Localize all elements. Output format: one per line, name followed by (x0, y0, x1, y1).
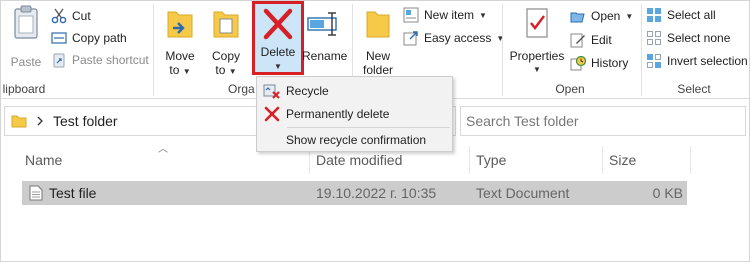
edit-label: Edit (591, 33, 612, 47)
sort-arrow-icon: ︿ (158, 144, 168, 155)
column-header-name[interactable]: Name (25, 146, 62, 174)
select-all-label: Select all (667, 8, 716, 22)
copy-path-label: Copy path (72, 31, 127, 45)
paste-shortcut-button[interactable]: Paste shortcut (51, 49, 149, 71)
column-header-type[interactable]: Type (476, 146, 506, 174)
paste-shortcut-label: Paste shortcut (72, 53, 149, 67)
chevron-down-icon: ▼ (274, 62, 282, 71)
delete-x-icon (262, 7, 294, 44)
file-name-cell[interactable]: Test file (29, 181, 96, 205)
delete-button[interactable]: Delete ▼ (254, 3, 302, 73)
cut-button[interactable]: Cut (51, 5, 91, 27)
chevron-down-icon: ▼ (625, 11, 634, 21)
copy-to-button[interactable]: Copy to ▼ (206, 4, 246, 79)
open-group-label: Open (555, 82, 585, 96)
column-header-size[interactable]: Size (609, 146, 636, 174)
chevron-down-icon: ▼ (479, 10, 487, 20)
menu-item-recycle[interactable]: Recycle (258, 79, 452, 102)
file-date: 19.10.2022 г. 10:35 (316, 185, 437, 201)
invert-selection-button[interactable]: Invert selection (646, 50, 748, 72)
copy-to-label-2: to ▼ (215, 63, 237, 77)
properties-label: Properties (509, 49, 565, 63)
open-label: Open (591, 9, 621, 23)
chevron-down-icon: ▼ (533, 65, 541, 74)
history-label: History (591, 56, 629, 70)
scissors-icon (51, 8, 67, 24)
new-folder-label-1: New (365, 49, 390, 63)
column-divider[interactable] (602, 146, 603, 174)
history-icon (570, 55, 586, 71)
invert-selection-icon (646, 53, 662, 69)
search-placeholder: Search Test folder (466, 113, 579, 129)
delete-label: Delete (260, 45, 296, 59)
copy-to-icon (206, 4, 246, 45)
breadcrumb-test-folder[interactable]: Test folder (53, 113, 118, 129)
cut-label: Cut (72, 9, 91, 23)
edit-button[interactable]: Edit (570, 29, 612, 51)
text-file-icon (29, 185, 43, 201)
easy-access-button[interactable]: Easy access ▼ (403, 27, 504, 49)
select-group-label: Select (677, 82, 711, 96)
chevron-down-icon: ▼ (496, 33, 505, 43)
move-to-label-2-text: to (169, 63, 180, 77)
menu-item-permanently-delete[interactable]: Permanently delete (258, 102, 452, 125)
file-type: Text Document (476, 185, 570, 201)
paste-button[interactable]: Paste (6, 4, 46, 69)
new-folder-icon (358, 4, 398, 45)
easy-access-icon (403, 30, 419, 46)
permanent-delete-icon (258, 106, 286, 122)
move-to-label-1: Move (165, 49, 195, 63)
rename-label: Rename (302, 49, 348, 63)
select-none-icon (646, 30, 662, 46)
menu-item-show-recycle-confirmation[interactable]: Show recycle confirmation (258, 128, 452, 151)
menu-item-permanently-delete-label: Permanently delete (286, 106, 390, 121)
select-all-icon (646, 7, 662, 23)
select-all-button[interactable]: Select all (646, 4, 716, 26)
recycle-icon (258, 83, 286, 99)
select-none-label: Select none (667, 31, 731, 45)
copy-to-label-1: Copy (211, 49, 240, 63)
paste-label: Paste (10, 55, 42, 69)
new-folder-button[interactable]: New folder (358, 4, 398, 77)
paste-shortcut-icon (51, 52, 67, 68)
column-divider[interactable] (690, 146, 691, 174)
column-divider[interactable] (469, 146, 470, 174)
clipboard-icon (6, 4, 46, 45)
move-to-button[interactable]: Move to ▼ (160, 4, 200, 79)
new-item-icon (403, 7, 419, 23)
new-item-label: New item (424, 8, 475, 22)
file-name: Test file (49, 185, 97, 201)
chevron-right-icon[interactable] (35, 115, 45, 127)
delete-dropdown-menu: Recycle Permanently delete Show recycle … (256, 76, 453, 152)
menu-item-recycle-label: Recycle (286, 83, 329, 98)
open-button[interactable]: Open ▼ (570, 5, 633, 27)
folder-icon (11, 113, 27, 129)
properties-icon (508, 4, 566, 45)
new-item-button[interactable]: New item ▼ (403, 4, 487, 26)
easy-access-label: Easy access (424, 31, 492, 45)
copy-path-icon (51, 30, 67, 46)
organize-group-label: Orga (228, 82, 255, 96)
invert-selection-label: Invert selection (667, 54, 748, 68)
rename-icon (302, 4, 346, 45)
move-to-label-2: to ▼ (169, 63, 191, 77)
select-none-button[interactable]: Select none (646, 27, 730, 49)
copy-path-button[interactable]: Copy path (51, 27, 127, 49)
separator (153, 4, 154, 96)
history-button[interactable]: History (570, 52, 628, 74)
open-icon (570, 8, 586, 24)
edit-icon (570, 32, 586, 48)
search-input[interactable]: Search Test folder (460, 106, 746, 136)
move-to-icon (160, 4, 200, 45)
rename-button[interactable]: Rename (302, 4, 348, 63)
clipboard-group-label: lipboard (2, 82, 46, 96)
copy-to-label-2-text: to (215, 63, 226, 77)
file-size: 0 KB (652, 185, 683, 201)
new-folder-label-2: folder (362, 63, 394, 77)
properties-button[interactable]: Properties ▼ (508, 4, 566, 77)
separator (502, 4, 503, 96)
separator (641, 4, 642, 96)
menu-item-show-recycle-confirmation-label: Show recycle confirmation (286, 132, 427, 147)
